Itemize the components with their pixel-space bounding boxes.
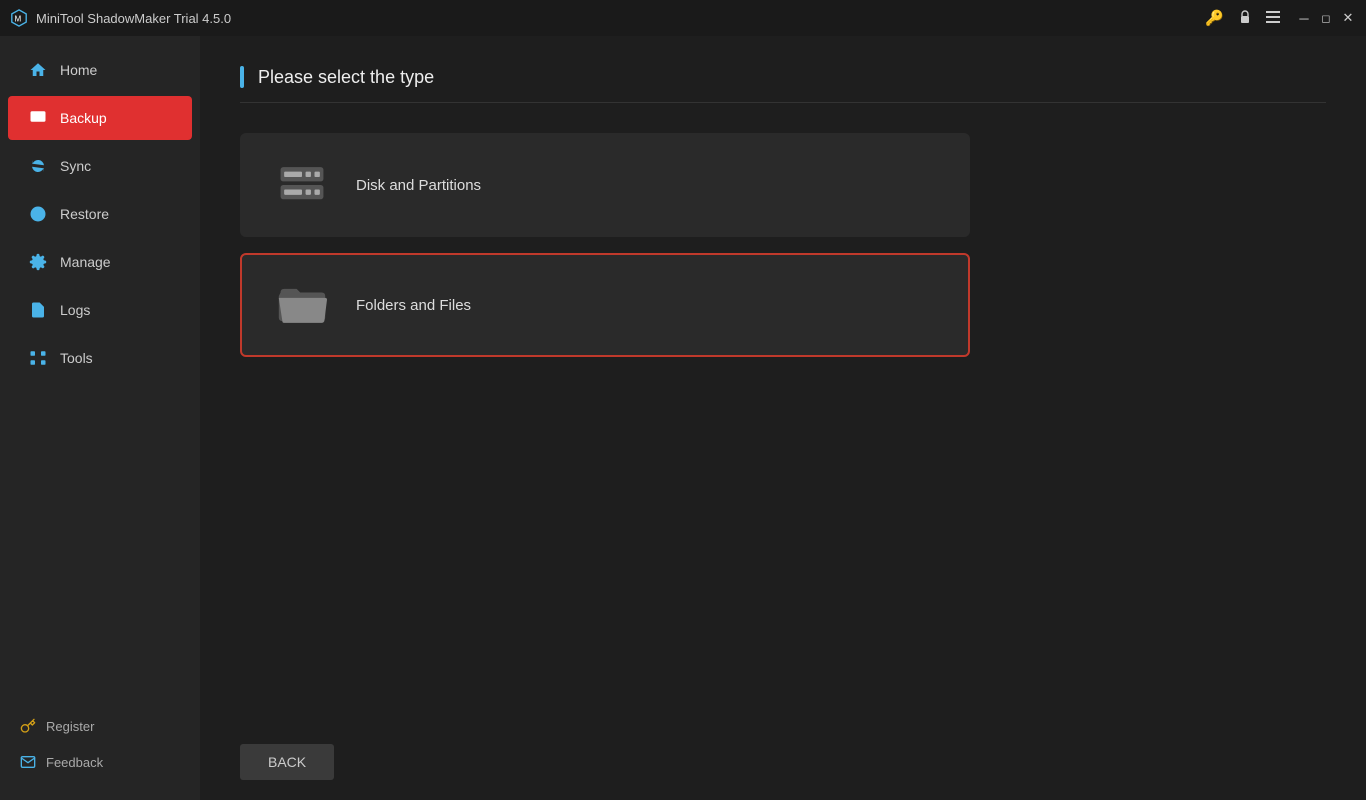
main-content: Please select the type Disk and Partitio… xyxy=(200,36,1366,800)
sidebar: Home Backup Sync Restore xyxy=(0,36,200,800)
feedback-envelope-icon xyxy=(20,754,36,770)
sidebar-item-register[interactable]: Register xyxy=(0,708,200,744)
home-icon xyxy=(28,60,48,80)
sidebar-label-backup: Backup xyxy=(60,110,107,126)
card-disk-partitions-label: Disk and Partitions xyxy=(356,177,481,194)
titlebar: M MiniTool ShadowMaker Trial 4.5.0 🔑 ─ ◻… xyxy=(0,0,1366,36)
menu-icon[interactable] xyxy=(1262,6,1284,30)
backup-icon xyxy=(28,108,48,128)
section-accent-bar xyxy=(240,66,244,88)
sync-icon xyxy=(28,156,48,176)
minimize-button[interactable]: ─ xyxy=(1296,10,1312,26)
sidebar-item-restore[interactable]: Restore xyxy=(8,192,192,236)
sidebar-item-home[interactable]: Home xyxy=(8,48,192,92)
sidebar-bottom: Register Feedback xyxy=(0,708,200,800)
app-body: Home Backup Sync Restore xyxy=(0,36,1366,800)
sidebar-label-manage: Manage xyxy=(60,254,111,270)
sidebar-item-logs[interactable]: Logs xyxy=(8,288,192,332)
sidebar-label-sync: Sync xyxy=(60,158,91,174)
manage-icon xyxy=(28,252,48,272)
lock-icon[interactable] xyxy=(1234,6,1256,31)
back-button[interactable]: BACK xyxy=(240,744,334,780)
folders-files-icon xyxy=(272,275,332,335)
sidebar-label-logs: Logs xyxy=(60,302,90,318)
app-logo: M xyxy=(10,9,28,27)
logs-icon xyxy=(28,300,48,320)
card-folders-files[interactable]: Folders and Files xyxy=(240,253,970,357)
titlebar-controls: 🔑 ─ ◻ ✕ xyxy=(1201,5,1356,31)
sidebar-label-tools: Tools xyxy=(60,350,93,366)
key-icon[interactable]: 🔑 xyxy=(1201,5,1228,31)
disk-partitions-icon xyxy=(272,155,332,215)
restore-button[interactable]: ◻ xyxy=(1318,10,1334,26)
restore-icon xyxy=(28,204,48,224)
card-disk-partitions[interactable]: Disk and Partitions xyxy=(240,133,970,237)
tools-icon xyxy=(28,348,48,368)
svg-text:M: M xyxy=(15,15,22,24)
register-key-icon xyxy=(20,718,36,734)
section-title-area: Please select the type xyxy=(240,66,1326,103)
close-button[interactable]: ✕ xyxy=(1340,10,1356,26)
sidebar-item-backup[interactable]: Backup xyxy=(8,96,192,140)
card-folders-files-label: Folders and Files xyxy=(356,297,471,314)
register-label: Register xyxy=(46,719,94,734)
sidebar-label-home: Home xyxy=(60,62,97,78)
sidebar-item-feedback[interactable]: Feedback xyxy=(0,744,200,780)
sidebar-item-manage[interactable]: Manage xyxy=(8,240,192,284)
app-title: MiniTool ShadowMaker Trial 4.5.0 xyxy=(36,11,1201,26)
section-title: Please select the type xyxy=(258,67,434,88)
sidebar-item-sync[interactable]: Sync xyxy=(8,144,192,188)
feedback-label: Feedback xyxy=(46,755,103,770)
sidebar-label-restore: Restore xyxy=(60,206,109,222)
sidebar-item-tools[interactable]: Tools xyxy=(8,336,192,380)
